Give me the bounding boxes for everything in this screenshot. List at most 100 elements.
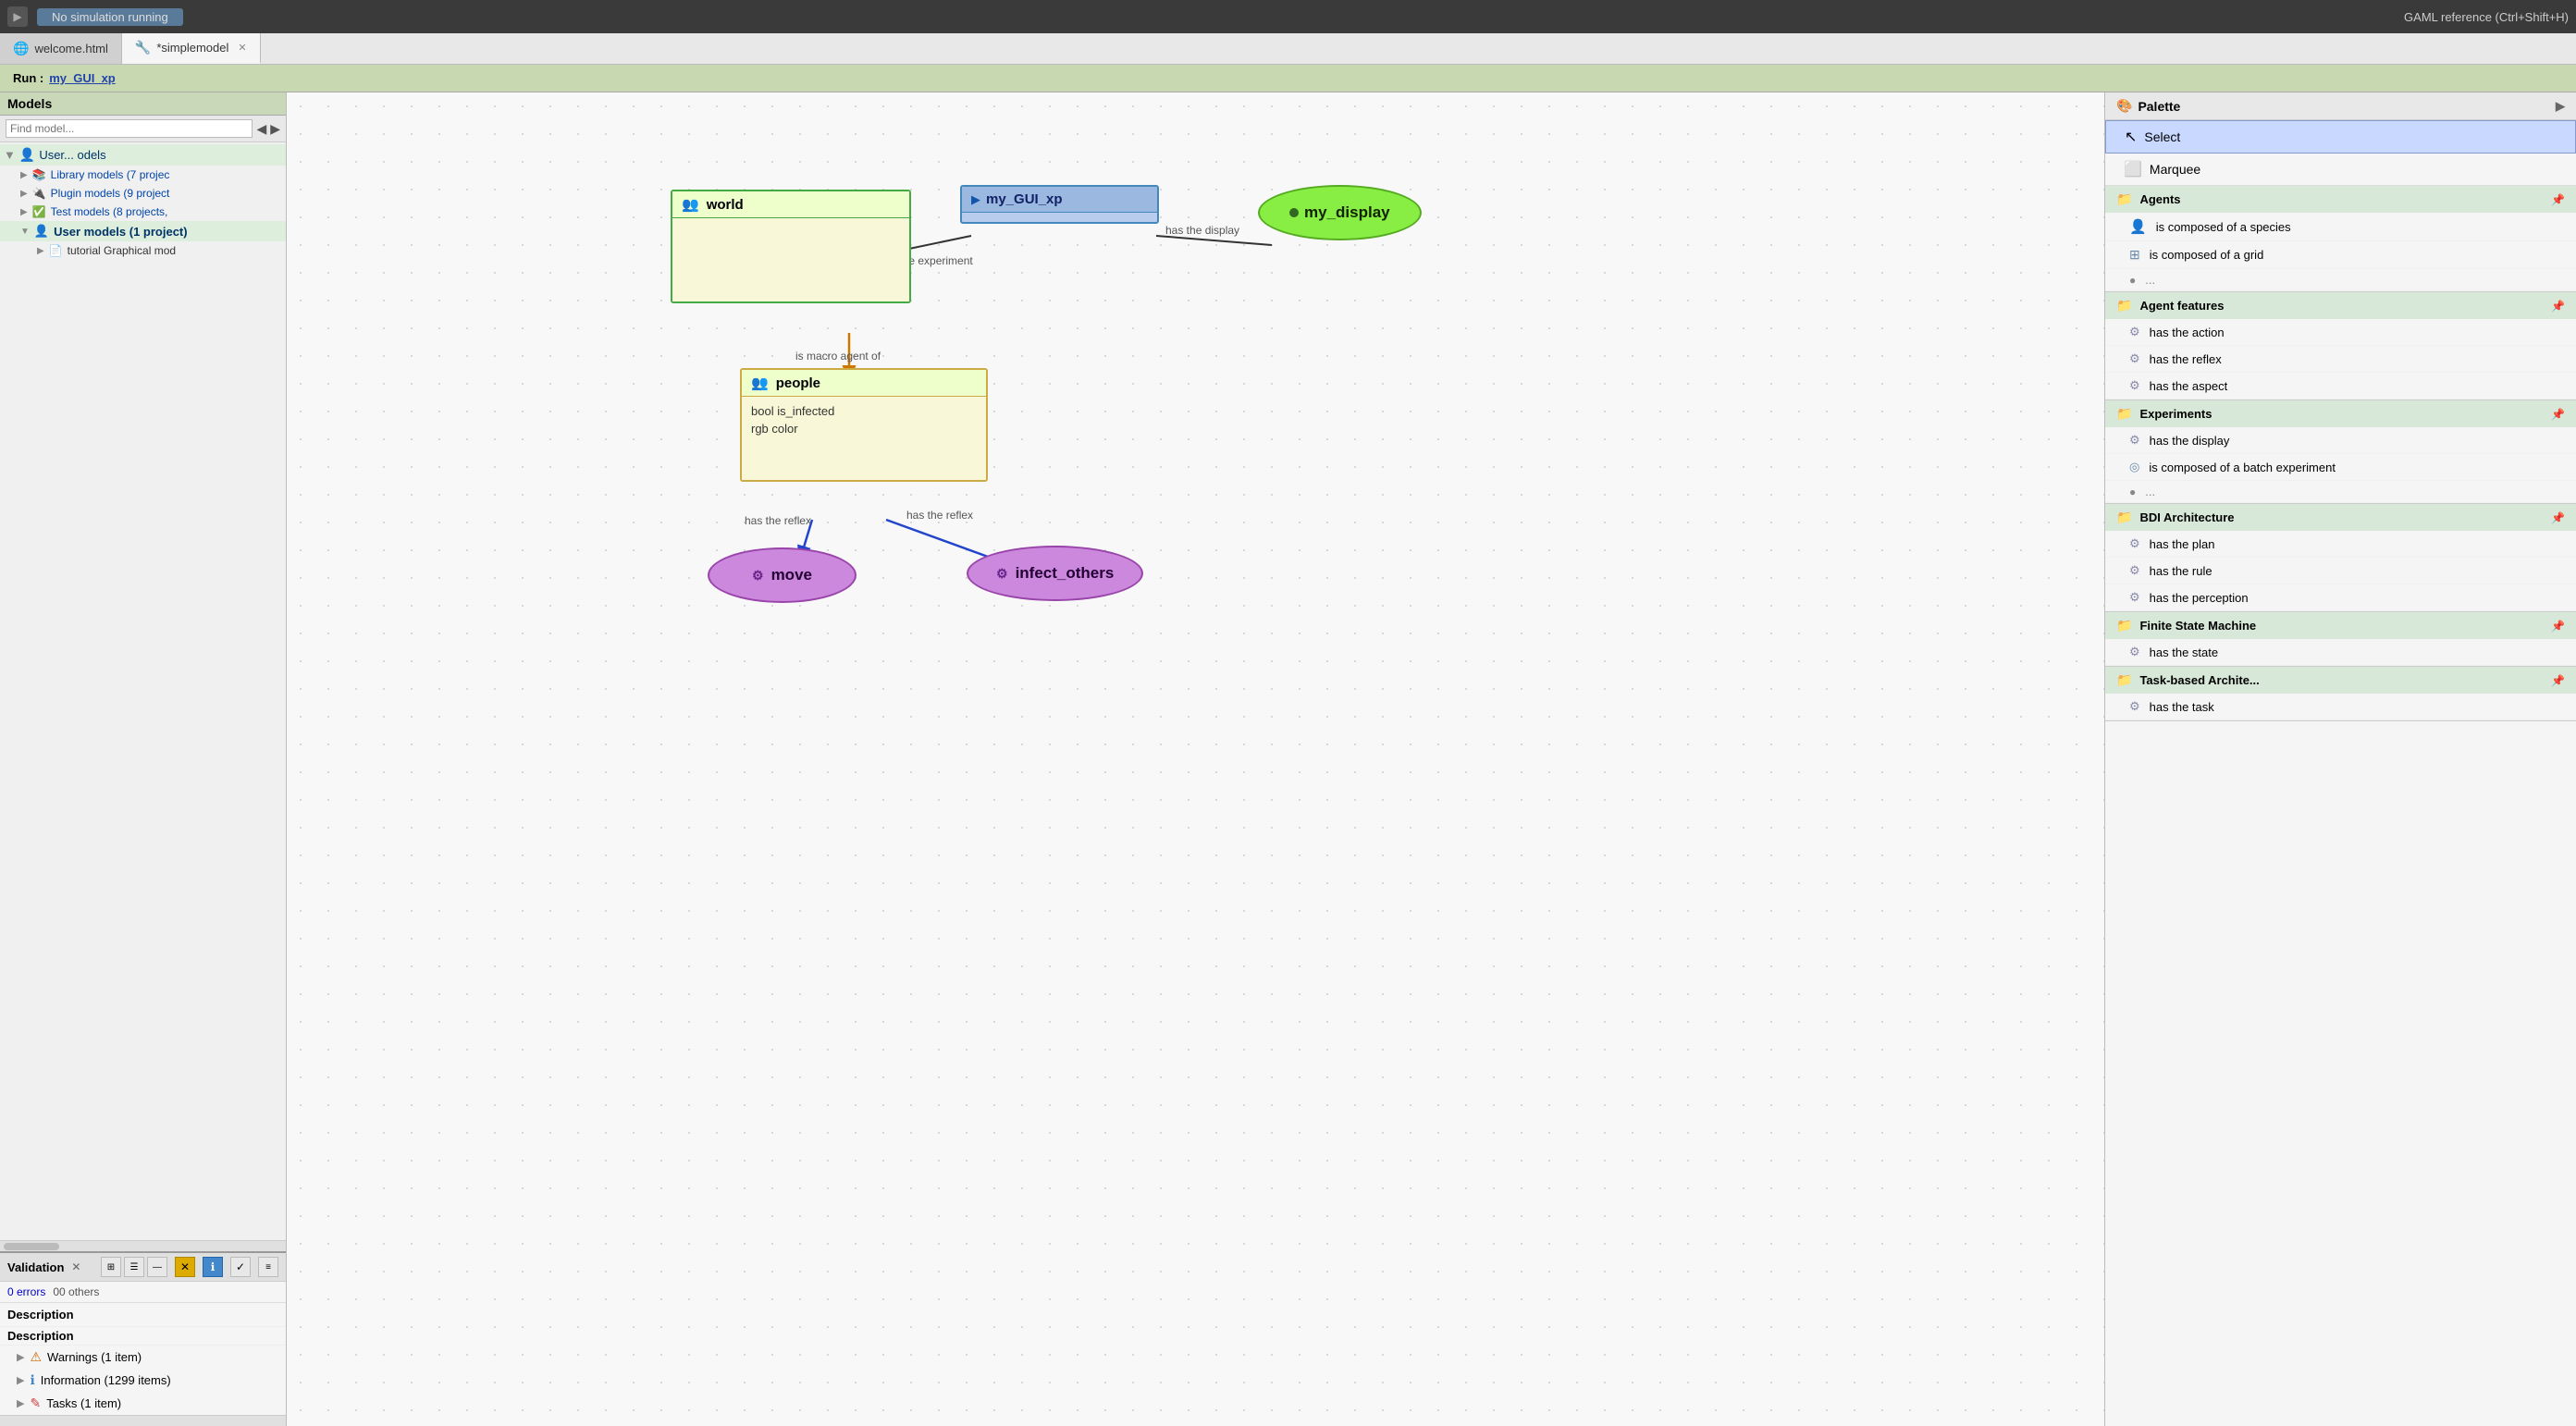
action-label: has the action [2150, 326, 2225, 339]
gui-name: my_GUI_xp [986, 191, 1063, 207]
composed-grid-label: is composed of a grid [2150, 248, 2264, 262]
validation-panel: Validation ✕ ⊞ ☰ — ✕ ℹ ✓ ≡ 0 errors 00 o… [0, 1251, 286, 1415]
agents-item-composed-species[interactable]: 👤 is composed of a species [2105, 213, 2576, 241]
info-label: Information (1299 items) [41, 1373, 171, 1387]
close-validation-icon[interactable]: ✕ [71, 1260, 80, 1273]
bdi-section-header[interactable]: 📁 BDI Architecture 📌 [2105, 504, 2576, 531]
canvas-svg [287, 92, 2104, 1426]
bdi-item-perception[interactable]: ⚙ has the perception [2105, 584, 2576, 611]
test-label: Test models (8 projects, [51, 205, 168, 218]
gui-play-icon: ▶ [971, 192, 980, 207]
agents-item-composed-grid[interactable]: ⊞ is composed of a grid [2105, 241, 2576, 269]
agent-features-folder-icon: 📁 [2116, 298, 2132, 313]
desc-item-tasks[interactable]: ▶ ✎ Tasks (1 item) [0, 1392, 286, 1415]
agents-pin-icon[interactable]: 📌 [2551, 193, 2565, 206]
label-has-reflex-move: has the reflex [745, 514, 811, 527]
palette-tool-select[interactable]: ↖ Select [2105, 120, 2576, 154]
exp-item-batch[interactable]: ◎ is composed of a batch experiment [2105, 454, 2576, 481]
af-item-action[interactable]: ⚙ has the action [2105, 319, 2576, 346]
warnings-label: Warnings (1 item) [47, 1350, 142, 1364]
user-models-icon: 👤 [34, 224, 49, 239]
label-has-display: has the display [1165, 224, 1239, 237]
run-experiment[interactable]: my_GUI_xp [49, 71, 116, 85]
v-btn-grid[interactable]: ⊞ [101, 1257, 121, 1277]
v-btn-list[interactable]: ☰ [124, 1257, 144, 1277]
section-task-based: 📁 Task-based Archite... 📌 ⚙ has the task [2105, 667, 2576, 721]
tree-item-test[interactable]: ▶ ✅ Test models (8 projects, [0, 203, 286, 221]
node-gui[interactable]: ▶ my_GUI_xp [960, 185, 1159, 224]
experiments-pin-icon[interactable]: 📌 [2551, 408, 2565, 421]
fsm-section-header[interactable]: 📁 Finite State Machine 📌 [2105, 612, 2576, 639]
bdi-item-rule[interactable]: ⚙ has the rule [2105, 558, 2576, 584]
palette-expand-icon[interactable]: ▶ [2556, 99, 2565, 114]
tab-welcome[interactable]: 🌐 welcome.html [0, 33, 122, 64]
node-infect[interactable]: ⚙ infect_others [967, 546, 1143, 601]
nav-prev-icon[interactable]: ◀ [256, 121, 266, 137]
bdi-pin-icon[interactable]: 📌 [2551, 511, 2565, 524]
task-based-pin-icon[interactable]: 📌 [2551, 674, 2565, 687]
bdi-item-plan[interactable]: ⚙ has the plan [2105, 531, 2576, 558]
tree-item-user-root[interactable]: ▼ 👤 User... odels [0, 144, 286, 166]
tree-item-plugin[interactable]: ▶ 🔌 Plugin models (9 project [0, 184, 286, 203]
move-gear-icon: ⚙ [752, 568, 764, 584]
reflex-label: has the reflex [2150, 352, 2222, 366]
node-display[interactable]: my_display [1258, 185, 1422, 240]
agent-features-pin-icon[interactable]: 📌 [2551, 300, 2565, 313]
fsm-pin-icon[interactable]: 📌 [2551, 620, 2565, 633]
af-item-reflex[interactable]: ⚙ has the reflex [2105, 346, 2576, 373]
bdi-title: BDI Architecture [2139, 510, 2544, 524]
find-model-bar: ◀ ▶ [0, 116, 286, 142]
v-btn-check[interactable]: ✓ [230, 1257, 251, 1277]
canvas[interactable]: possible experiment has the display is m… [287, 92, 2104, 1426]
exp-item-display[interactable]: ⚙ has the display [2105, 427, 2576, 454]
tree-item-library[interactable]: ▶ 📚 Library models (7 projec [0, 166, 286, 184]
node-people[interactable]: 👥 people bool is_infected rgb color [740, 368, 988, 482]
node-move[interactable]: ⚙ move [708, 547, 857, 603]
v-btn-x-filter[interactable]: ✕ [175, 1257, 195, 1277]
v-btn-lines[interactable]: ≡ [258, 1257, 278, 1277]
plan-label: has the plan [2150, 537, 2215, 551]
agents-section-header[interactable]: 📁 Agents 📌 [2105, 186, 2576, 213]
task-based-item-task[interactable]: ⚙ has the task [2105, 694, 2576, 720]
tab-simplemodel[interactable]: 🔧 *simplemodel ✕ [122, 33, 261, 64]
left-h-scroll[interactable] [0, 1240, 286, 1251]
nav-next-icon[interactable]: ▶ [270, 121, 280, 137]
simplemodel-close-icon[interactable]: ✕ [238, 42, 246, 54]
section-experiments: 📁 Experiments 📌 ⚙ has the display ◎ is c… [2105, 400, 2576, 504]
left-bottom-scroll[interactable] [0, 1415, 286, 1426]
desc-item-warnings[interactable]: ▶ ⚠ Warnings (1 item) [0, 1346, 286, 1369]
af-item-aspect[interactable]: ⚙ has the aspect [2105, 373, 2576, 400]
display-name: my_display [1304, 203, 1390, 222]
label-macro-agent: is macro agent of [795, 350, 881, 363]
agent-features-section-header[interactable]: 📁 Agent features 📌 [2105, 292, 2576, 319]
desc-title: Description [7, 1329, 74, 1343]
composed-grid-icon: ⊞ [2129, 247, 2140, 263]
desc-item-info[interactable]: ▶ ℹ Information (1299 items) [0, 1369, 286, 1392]
tree-item-tutorial[interactable]: ▶ 📄 tutorial Graphical mod [0, 241, 286, 260]
exp-more-label: ... [2145, 485, 2155, 498]
node-world[interactable]: 👥 world [671, 190, 911, 303]
sim-status: No simulation running [37, 8, 183, 26]
task-based-section-header[interactable]: 📁 Task-based Archite... 📌 [2105, 667, 2576, 694]
agents-item-more[interactable]: ● ... [2105, 269, 2576, 291]
label-has-reflex-infect: has the reflex [906, 509, 973, 522]
fsm-item-state[interactable]: ⚙ has the state [2105, 639, 2576, 666]
aspect-label: has the aspect [2150, 379, 2228, 393]
gaml-ref: GAML reference (Ctrl+Shift+H) [2404, 10, 2569, 24]
palette-tool-marquee[interactable]: ⬜ Marquee [2105, 154, 2576, 186]
find-model-input[interactable] [6, 119, 253, 138]
task-based-title: Task-based Archite... [2139, 673, 2544, 687]
v-btn-dash[interactable]: — [147, 1257, 167, 1277]
perception-label: has the perception [2150, 591, 2249, 605]
v-btn-i-filter[interactable]: ℹ [203, 1257, 223, 1277]
exp-item-more[interactable]: ● ... [2105, 481, 2576, 503]
validation-status-bar: 0 errors 00 others [0, 1282, 286, 1303]
tree-item-user[interactable]: ▼ 👤 User models (1 project) [0, 221, 286, 241]
model-tree: ▼ 👤 User... odels ▶ 📚 Library models (7 … [0, 142, 286, 1240]
experiments-section-header[interactable]: 📁 Experiments 📌 [2105, 400, 2576, 427]
run-icon[interactable]: ▶ [7, 6, 28, 27]
marquee-icon: ⬜ [2124, 160, 2142, 178]
palette-icon: 🎨 [2116, 98, 2132, 114]
task-label: has the task [2150, 700, 2214, 714]
tutorial-icon: 📄 [49, 244, 63, 257]
